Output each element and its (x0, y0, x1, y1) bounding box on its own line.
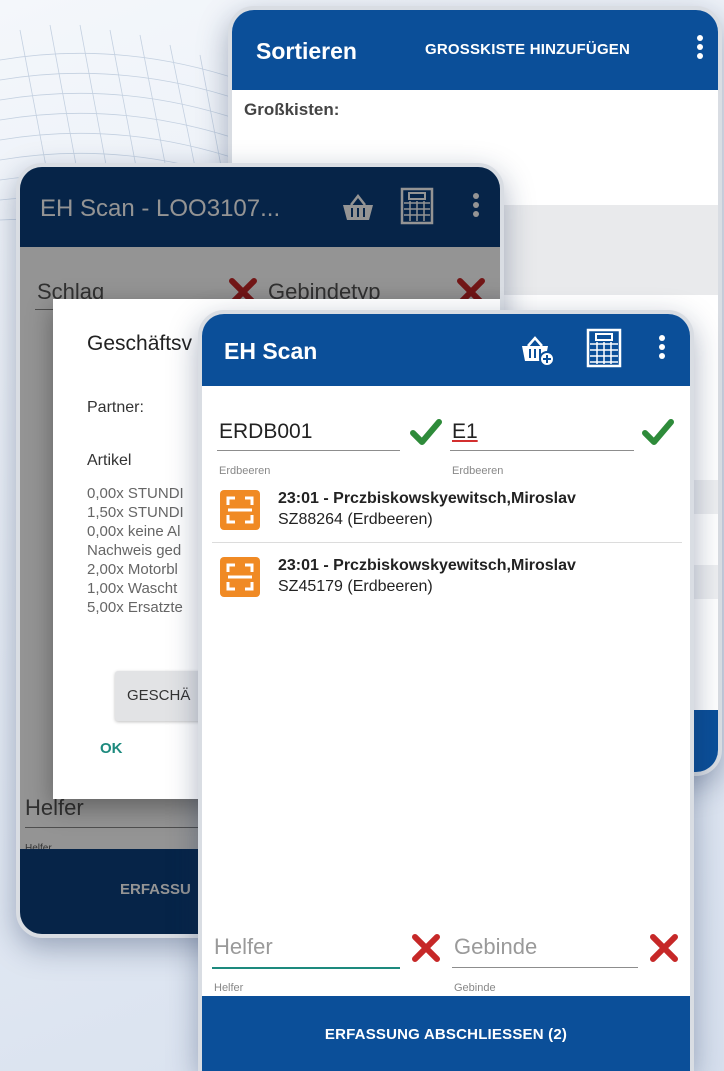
article-item: 5,00x Ersatzte (87, 599, 183, 616)
crate-icon[interactable] (586, 328, 622, 368)
list-item[interactable]: 23:01 - Prczbiskowskyewitsch,Miroslav SZ… (212, 484, 682, 540)
article-item: 0,00x keine Al (87, 523, 181, 540)
ok-button[interactable]: OK (100, 740, 123, 757)
business-case-button-label: GESCHÄ (127, 687, 191, 704)
check-icon (642, 419, 674, 445)
article-item: 1,00x Wascht (87, 580, 178, 597)
finish-capture-label: ERFASSUNG ABSCHLIESSEN (2) (324, 1026, 568, 1043)
list-divider (212, 542, 682, 543)
artikel-label: Artikel (87, 452, 132, 469)
sort-screen-title: Sortieren (256, 38, 357, 64)
barcode-scan-icon (220, 557, 260, 597)
entry-time-name: 23:01 - Prczbiskowskyewitsch,Miroslav (278, 490, 576, 507)
large-crates-label: Großkisten: (244, 100, 340, 119)
scan-screen-phone: EH Scan ERDB001 Erdbeeren E1 Erdbeeren 2… (198, 310, 694, 1071)
gebinde-helper-text: Gebinde (454, 982, 496, 994)
article-item: Nachweis ged (87, 542, 182, 559)
finish-capture-button[interactable]: ERFASSUNG ABSCHLIESSEN (2) (202, 996, 690, 1071)
container-code-helper: Erdbeeren (452, 465, 504, 477)
field-code-input[interactable]: ERDB001 (219, 420, 312, 444)
article-item: 0,00x STUNDI (87, 485, 184, 502)
error-x-icon (412, 934, 440, 962)
dialog-title: Geschäftsv (87, 332, 193, 355)
list-item[interactable]: 23:01 - Prczbiskowskyewitsch,Miroslav SZ… (212, 551, 682, 607)
field-code-helper: Erdbeeren (219, 465, 271, 477)
overflow-menu-icon[interactable] (696, 34, 704, 60)
scan-screen-title: EH Scan (224, 338, 318, 364)
basket-add-icon[interactable] (520, 335, 556, 367)
partner-label: Partner: (87, 399, 144, 416)
entry-time-name: 23:01 - Prczbiskowskyewitsch,Miroslav (278, 557, 576, 574)
entry-code-type: SZ88264 (Erdbeeren) (278, 511, 433, 528)
helfer-helper-text: Helfer (214, 982, 244, 994)
overflow-menu-icon[interactable] (658, 334, 666, 360)
article-item: 1,50x STUNDI (87, 504, 184, 521)
sort-app-bar: Sortieren GROSSKISTE HINZUFÜGEN (232, 10, 718, 90)
helfer-input[interactable]: Helfer (214, 934, 273, 960)
field-code-underline (217, 450, 400, 451)
container-code-input[interactable]: E1 (452, 420, 478, 444)
check-icon (410, 419, 442, 445)
barcode-scan-icon (220, 490, 260, 530)
error-x-icon (650, 934, 678, 962)
entry-code-type: SZ45179 (Erdbeeren) (278, 578, 433, 595)
scan-app-bar: EH Scan (202, 314, 690, 386)
helfer-underline (212, 967, 400, 969)
gebinde-underline (452, 967, 638, 968)
article-item: 2,00x Motorbl (87, 561, 178, 578)
container-code-underline (450, 450, 634, 451)
add-large-crate-button[interactable]: GROSSKISTE HINZUFÜGEN (425, 41, 630, 58)
gebinde-input[interactable]: Gebinde (454, 934, 537, 960)
